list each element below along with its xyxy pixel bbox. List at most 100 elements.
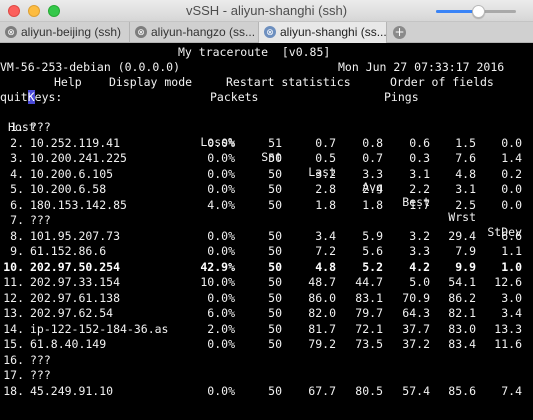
hop-loss: 0.0% — [207, 290, 235, 305]
hop-host: 61.8.40.149 — [30, 337, 107, 351]
volume-slider-knob[interactable] — [471, 5, 485, 18]
hop-last: 82.0 — [308, 306, 336, 320]
hop-snt: 50 — [268, 306, 282, 320]
hop-snt: 50 — [268, 290, 282, 305]
hop-stdev: 12.6 — [494, 275, 522, 289]
hop-host: 180.153.142.85 — [30, 197, 127, 212]
hop-loss: 4.0% — [207, 197, 235, 212]
hop-host: 10.200.6.58 — [30, 182, 107, 196]
column-headers: Host Loss% Snt Last Avg Best Wrst StDev — [0, 105, 533, 239]
hop-wrst: 86.2 — [448, 290, 476, 305]
hostname: VM-56-253-debian (0.0.0.0) — [0, 60, 181, 74]
hop-stdev: 0.0 — [501, 135, 522, 150]
tab-close-icon[interactable]: ⊗ — [5, 26, 17, 38]
hop-best: 0.6 — [409, 135, 430, 150]
hop-host: 45.249.91.10 — [30, 383, 114, 398]
new-tab-plus-icon[interactable]: + — [393, 26, 406, 39]
hop-avg: 5.2 — [362, 259, 383, 274]
hop-loss: 42.9% — [200, 259, 235, 274]
hop-stdev: 3.0 — [501, 290, 522, 305]
tab-close-icon[interactable]: ⊗ — [135, 26, 147, 38]
hop-host: 202.97.33.154 — [30, 275, 121, 289]
hop-avg: 0.8 — [362, 135, 383, 150]
hop-loss: 0.0% — [207, 244, 235, 258]
hop-last: 3.2 — [315, 166, 336, 181]
hop-row: 3. 10.200.241.225 0.0% 50 0.5 0.7 0.3 7.6 1.4 — [0, 151, 533, 166]
menu-help[interactable]: Help — [54, 75, 82, 90]
hop-stdev: 1.4 — [501, 151, 522, 165]
hop-avg: 79.7 — [355, 306, 383, 320]
hop-last: 2.8 — [315, 182, 336, 196]
menu-order-of-fields[interactable]: Order of fields — [390, 75, 494, 90]
tab-aliyun-shanghi[interactable]: ⊗ aliyun-shanghi (ss... — [259, 22, 387, 43]
hop-last: 1.8 — [315, 197, 336, 212]
hop-stdev: 0.2 — [501, 166, 522, 181]
hop-host: ??? — [30, 352, 51, 367]
hop-stdev: 1.0 — [501, 259, 522, 274]
hop-best: 37.7 — [402, 321, 430, 336]
keys-hotkey: K — [27, 90, 35, 104]
tab-close-icon[interactable]: ⊗ — [264, 26, 276, 38]
hop-best: 70.9 — [402, 290, 430, 305]
terminal-view[interactable]: My traceroute [v0.85] VM-56-253-debian (… — [0, 43, 533, 420]
hop-wrst: 85.6 — [448, 383, 476, 398]
hop-avg: 0.7 — [362, 151, 383, 165]
hop-snt: 50 — [268, 166, 282, 181]
menu-display-mode[interactable]: Display mode — [109, 75, 192, 90]
hop-number: 1. — [10, 120, 24, 134]
hop-stdev: 3.4 — [501, 306, 522, 320]
hop-best: 2.2 — [409, 182, 430, 196]
hop-stdev: 0.0 — [501, 197, 522, 212]
hop-host: 202.97.50.254 — [30, 259, 121, 274]
hop-best: 1.7 — [409, 197, 430, 212]
hop-row: 15. 61.8.40.149 0.0% 50 79.2 73.5 37.2 83.4 11.6 — [0, 337, 533, 352]
hop-last: 86.0 — [308, 290, 336, 305]
hop-row: 8. 101.95.207.73 0.0% 50 3.4 5.9 3.2 29.4 6.6 — [0, 229, 533, 244]
hop-row: 14. ip-122-152-184-36.as 2.0% 50 81.7 72.1 37.… — [0, 322, 533, 337]
hop-last: 67.7 — [308, 383, 336, 398]
hop-best: 37.2 — [402, 337, 430, 351]
hop-last: 79.2 — [308, 337, 336, 351]
title-bar: vSSH - aliyun-shanghi (ssh) — [0, 0, 533, 22]
hop-avg: 3.3 — [362, 166, 383, 181]
hop-best: 4.2 — [409, 259, 430, 274]
hop-row: 9. 61.152.86.6 0.0% 50 7.2 5.6 3.3 7.9 1.1 — [0, 244, 533, 259]
hop-row: 13. 202.97.62.54 6.0% 50 82.0 79.7 64.3 82.1 3.4 — [0, 306, 533, 321]
hop-avg: 83.1 — [355, 290, 383, 305]
hop-host: ??? — [30, 120, 51, 134]
hop-snt: 50 — [268, 197, 282, 212]
hop-wrst: 54.1 — [448, 275, 476, 289]
hop-host: ip-122-152-184-36.as — [30, 321, 169, 336]
hop-stdev: 0.0 — [501, 182, 522, 196]
hop-loss: 10.0% — [200, 275, 235, 289]
hop-host: 101.95.207.73 — [30, 228, 121, 243]
hop-loss: 6.0% — [207, 306, 235, 320]
hop-number: 14. — [3, 321, 24, 336]
keys-label: eys: — [34, 90, 63, 104]
program-title: My traceroute [v0.85] — [178, 45, 331, 59]
hop-snt: 50 — [268, 337, 282, 351]
hop-wrst: 83.0 — [448, 321, 476, 336]
hop-number: 10. — [3, 259, 24, 274]
hop-row: 4. 10.200.6.105 0.0% 50 3.2 3.3 3.1 4.8 0.2 — [0, 167, 533, 182]
hop-avg: 5.9 — [362, 228, 383, 243]
hop-snt: 50 — [268, 182, 282, 196]
hop-stdev: 1.1 — [501, 244, 522, 258]
hop-avg: 5.6 — [362, 244, 383, 258]
hop-row: 17.??? — [0, 368, 533, 383]
hop-avg: 2.4 — [362, 182, 383, 196]
menu-quit[interactable]: quit — [0, 90, 28, 105]
tab-aliyun-hangzo[interactable]: ⊗ aliyun-hangzo (ss... — [130, 22, 259, 43]
hop-last: 4.8 — [315, 259, 336, 274]
hop-number: 15. — [3, 337, 24, 351]
hop-number: 11. — [3, 275, 24, 289]
hop-stdev: 11.6 — [494, 337, 522, 351]
hop-snt: 50 — [268, 151, 282, 165]
tab-aliyun-beijing[interactable]: ⊗ aliyun-beijing (ssh) — [0, 22, 130, 43]
hop-best: 57.4 — [402, 383, 430, 398]
hop-number: 16. — [3, 352, 24, 367]
hop-best: 3.2 — [409, 228, 430, 243]
menu-restart-statistics[interactable]: Restart statistics — [226, 75, 351, 90]
hop-row: 7.??? — [0, 213, 533, 228]
hop-avg: 80.5 — [355, 383, 383, 398]
